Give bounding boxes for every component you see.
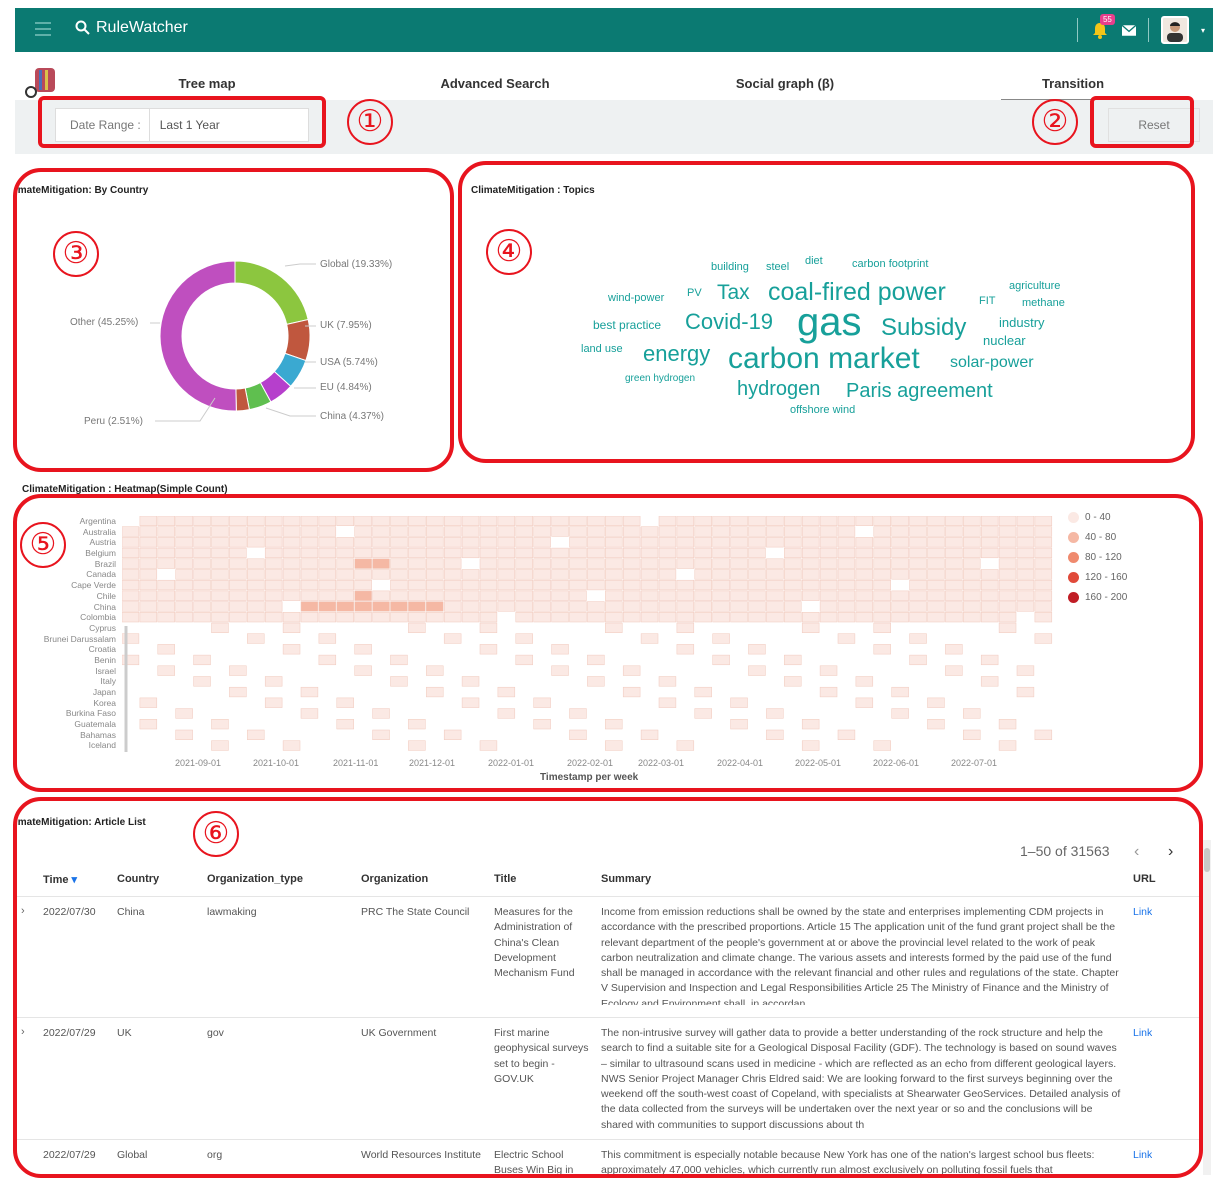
annotation-number-1: ① — [347, 99, 393, 145]
annotation-number-3: ③ — [53, 231, 99, 277]
annotation-number-6: ⑥ — [193, 811, 239, 857]
annotation-box-3 — [13, 168, 454, 472]
annotation-box-5 — [13, 494, 1203, 792]
annotation-box-1 — [38, 96, 326, 148]
annotation-number-5: ⑤ — [20, 522, 66, 568]
annotation-number-4: ④ — [486, 229, 532, 275]
table-scrollbar[interactable] — [1203, 840, 1211, 1175]
annotation-number-2: ② — [1032, 99, 1078, 145]
annotation-box-6 — [13, 797, 1203, 1178]
annotation-box-2 — [1090, 96, 1194, 148]
annotation-box-4 — [458, 161, 1195, 463]
